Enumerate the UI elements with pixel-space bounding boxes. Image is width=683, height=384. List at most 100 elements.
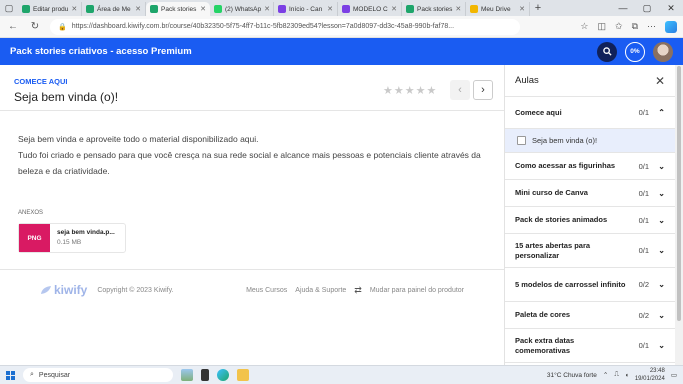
tab-label: Editar produ [33,5,69,13]
browser-tab[interactable]: Pack stories ✕ [146,2,210,16]
sidebar-header: Aulas ✕ [505,65,675,97]
clock[interactable]: 23:48 19/01/2024 [635,367,665,383]
next-lesson-button[interactable]: › [473,80,493,100]
browser-tab[interactable]: (2) WhatsAp ✕ [210,2,274,16]
kiwify-logo[interactable]: kiwify [40,283,87,297]
refresh-icon[interactable]: ↻ [28,21,42,32]
close-tab-icon[interactable]: ✕ [455,5,461,13]
star-icon[interactable]: ★ [405,84,415,97]
kiwify-leaf-icon [41,286,51,294]
browser-tab-bar: ▢ Editar produ ✕ Área de Me ✕ Pack stories ✕(… [0,0,683,16]
close-tab-icon[interactable]: ✕ [71,5,77,13]
star-icon[interactable]: ★ [383,84,393,97]
new-tab-button[interactable]: + [530,2,546,14]
star-icon[interactable]: ★ [394,84,404,97]
lesson-checkbox[interactable] [517,136,526,145]
module-title: 15 artes abertas para personalizar [515,241,591,260]
chevron-left-icon: ‹ [458,84,462,96]
module-title: Pack extra datas comemorativas [515,336,575,355]
module-row[interactable]: Paleta de cores 0/2 ⌄ [505,302,675,329]
browser-tab[interactable]: Área de Me ✕ [82,2,146,16]
sidebar-title: Aulas [515,75,539,86]
start-icon[interactable] [6,370,15,380]
browser-tab[interactable]: MODELO C ✕ [338,2,402,16]
chevron-down-icon: ⌄ [658,310,665,320]
module-title: Pack de stories animados [515,215,608,225]
browser-tab[interactable]: Pack stories ✕ [402,2,466,16]
attachment-card[interactable]: PNG seja bem vinda.p... 0.15 MB [18,223,126,253]
collections-icon[interactable]: ⧉ [632,21,638,33]
more-options-icon[interactable]: ⋯ [647,21,656,33]
file-type-badge: PNG [19,224,50,252]
search-button[interactable] [597,41,617,62]
module-row[interactable]: Comece aqui 0/1 ⌃ [505,97,675,129]
previous-lesson-button[interactable]: ‹ [450,80,470,100]
minimize-icon[interactable]: — [611,3,635,14]
notification-icon[interactable]: ▭ [671,371,677,379]
tab-label: (2) WhatsAp [225,5,262,13]
tab-favicon-icon [86,5,94,13]
maximize-icon[interactable]: ▢ [635,3,659,14]
close-tab-icon[interactable]: ✕ [391,5,397,13]
browser-tab[interactable]: Início - Can ✕ [274,2,338,16]
chevron-down-icon: ⌄ [658,188,665,198]
network-icon[interactable]: ⎍ [614,371,619,379]
taskbar-search[interactable]: ⌕ Pesquisar [23,368,173,382]
lesson-item[interactable]: Seja bem vinda (o)! [505,129,675,153]
paragraph: Seja bem vinda e aproveite todo o materi… [18,134,259,144]
tray-arrow-icon[interactable]: ⌃ [603,371,608,379]
close-tab-icon[interactable]: ✕ [200,5,206,13]
star-icon[interactable]: ★ [416,84,426,97]
file-explorer-icon[interactable] [237,369,249,381]
browser-tab[interactable]: Editar produ ✕ [18,2,82,16]
favorites-icon[interactable]: ✩ [615,21,623,33]
task-view-icon[interactable] [201,369,209,381]
taskbar-search-label: Pesquisar [38,371,71,379]
lesson-item-label: Seja bem vinda (o)! [532,136,598,145]
tab-favicon-icon [214,5,222,13]
switch-icon: ⇄ [354,284,362,295]
volume-icon[interactable]: ◖ [625,372,629,379]
close-tab-icon[interactable]: ✕ [327,5,333,13]
course-header: Pack stories criativos - acesso Premium … [0,38,683,65]
close-window-icon[interactable]: ✕ [659,3,683,14]
close-icon[interactable]: ✕ [655,74,665,88]
module-row[interactable]: Como acessar as figurinhas 0/1 ⌄ [505,153,675,180]
module-row[interactable]: Mini curso de Canva 0/1 ⌄ [505,180,675,207]
url-field[interactable]: 🔒 https://dashboard.kiwify.com.br/course… [50,18,520,35]
tab-label: Pack stories [417,5,453,13]
help-link[interactable]: Ajuda & Suporte [295,287,346,294]
avatar[interactable] [653,41,673,62]
time: 23:48 [649,368,665,374]
rating-stars[interactable]: ★ ★ ★ ★ ★ [383,84,436,97]
divider [0,110,504,111]
close-tab-icon[interactable]: ✕ [264,5,270,13]
my-courses-link[interactable]: Meus Cursos [246,287,287,294]
close-tab-icon[interactable]: ✕ [135,5,141,13]
module-row[interactable]: Pack de stories animados 0/1 ⌄ [505,207,675,234]
widget-icon[interactable] [181,369,193,381]
module-title: Mini curso de Canva [515,188,588,198]
weather-text[interactable]: 31°C Chuva forte [547,372,597,379]
module-row[interactable]: 15 artes abertas para personalizar 0/1 ⌄ [505,234,675,268]
edge-icon[interactable] [217,369,229,381]
switch-panel-link[interactable]: Mudar para painel do produtor [370,287,464,294]
split-screen-icon[interactable]: ◫ [598,21,607,33]
copilot-icon[interactable] [665,20,677,33]
course-progress[interactable]: 0% [625,41,645,62]
back-icon[interactable]: ← [6,21,20,32]
browser-tab[interactable]: Meu Drive ✕ [466,2,530,16]
chevron-down-icon: ⌄ [658,246,665,255]
module-row[interactable]: 5 modelos de carrossel infinito 0/2 ⌄ [505,268,675,302]
chevron-right-icon: › [481,84,485,96]
close-tab-icon[interactable]: ✕ [519,5,525,13]
search-icon: ⌕ [30,371,34,378]
window-menu-icon[interactable]: ▢ [0,0,18,16]
scrollbar-thumb[interactable] [677,66,681,321]
module-row[interactable]: Pack extra datas comemorativas 0/1 ⌄ [505,329,675,363]
star-icon[interactable]: ★ [427,84,437,97]
star-icon[interactable]: ☆ [580,21,588,33]
browser-toolbar-icons: ☆ ◫ ✩ ⧉ ⋯ [580,20,677,33]
chevron-down-icon: ⌄ [658,341,665,350]
url-text: https://dashboard.kiwify.com.br/course/4… [71,23,455,30]
